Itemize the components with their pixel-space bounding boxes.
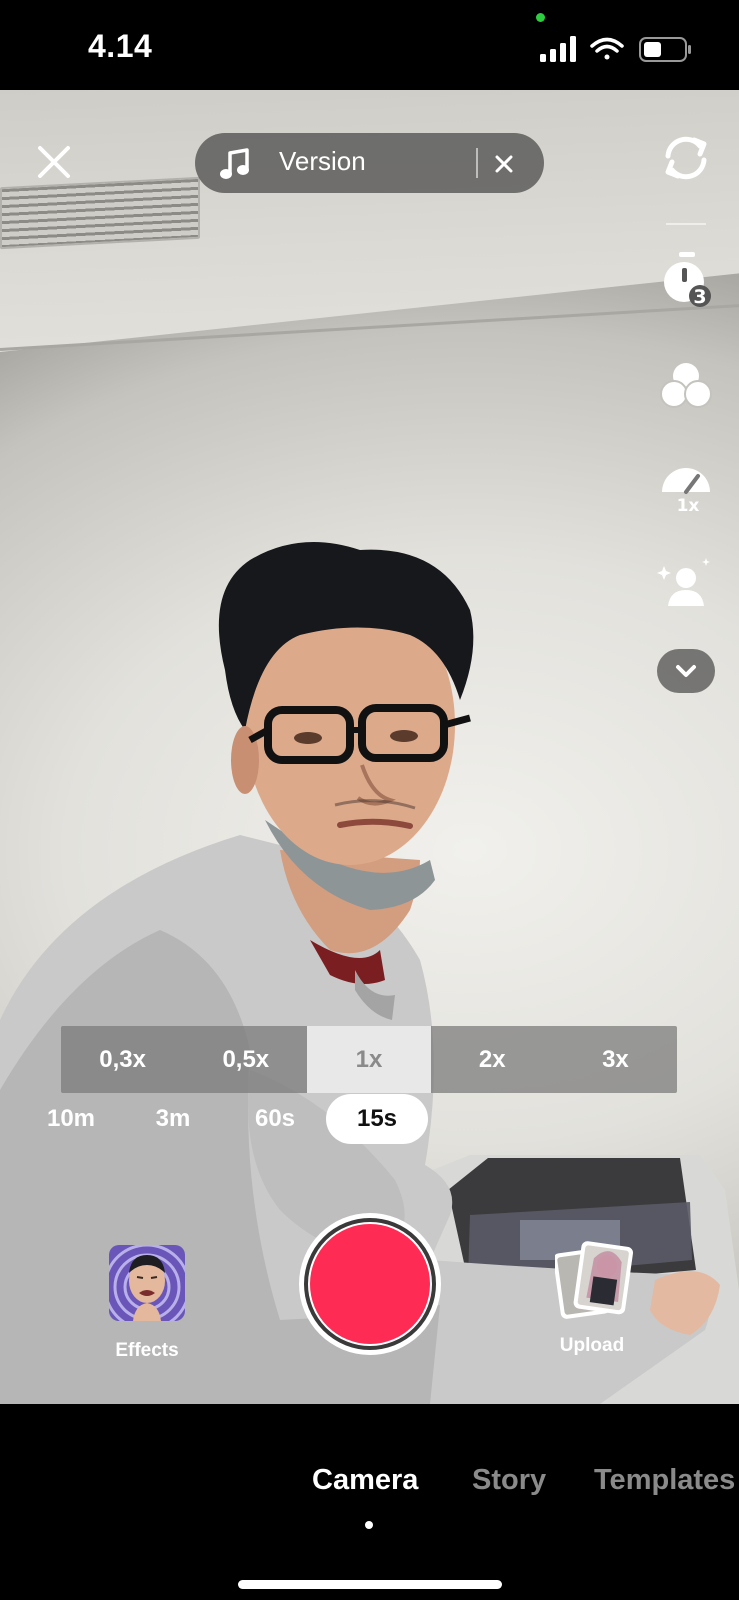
zoom-option[interactable]: 3x [554,1026,677,1093]
home-indicator[interactable] [238,1580,502,1589]
zoom-option[interactable]: 0,5x [184,1026,307,1093]
timer-3s-icon[interactable]: 3 [656,250,716,310]
remove-sound-icon[interactable] [492,152,516,176]
duration-option-selected[interactable]: 15s [326,1094,428,1144]
duration-option[interactable]: 10m [20,1094,122,1144]
status-bar: 4.14 [0,0,739,90]
speed-1x-icon[interactable]: 1x [656,456,716,516]
tab-camera[interactable]: Camera [312,1464,418,1497]
effects-button[interactable] [109,1245,185,1321]
sound-divider [476,148,478,178]
effects-label: Effects [115,1340,179,1361]
duration-option[interactable]: 60s [224,1094,326,1144]
duration-option[interactable]: 3m [122,1094,224,1144]
music-note-icon [220,148,249,179]
selected-tab-indicator [365,1521,373,1529]
mode-tabs: Camera Story Templates [0,1404,739,1600]
status-icons [540,36,691,62]
cellular-signal-icon [540,36,576,62]
zoom-option[interactable]: 0,3x [61,1026,184,1093]
more-tools-button[interactable] [657,649,715,693]
sound-title: Version [279,146,366,176]
tab-story[interactable]: Story [472,1464,546,1497]
toolbar-divider [666,223,706,225]
tab-templates[interactable]: Templates [594,1464,735,1497]
record-button[interactable] [294,1208,446,1360]
zoom-selector: 0,3x 0,5x 1x 2x 3x [61,1026,677,1093]
svg-text:3: 3 [693,286,706,308]
svg-text:1x: 1x [677,496,700,516]
wifi-icon [590,37,624,60]
zoom-option[interactable]: 2x [431,1026,554,1093]
upload-button[interactable] [555,1240,635,1326]
camera-subject [0,542,739,1404]
effects-thumbnail [109,1245,185,1321]
camera-viewfinder[interactable]: Version 3 1x 0,3x 0,5x 1x 2x 3x 10m 3m 6… [0,90,739,1404]
head [218,542,474,865]
sound-selector[interactable]: Version [195,133,544,193]
camera-in-use-indicator [536,13,545,22]
filters-icon[interactable] [656,356,716,416]
duration-selector: 10m 3m 60s 15s [20,1094,428,1144]
beauty-icon[interactable] [656,556,716,616]
chevron-down-icon [676,665,696,677]
status-time: 4.14 [88,28,153,64]
close-icon[interactable] [34,142,74,182]
upload-label: Upload [559,1335,625,1356]
battery-icon [639,37,691,62]
zoom-option-selected[interactable]: 1x [307,1026,431,1093]
flip-camera-icon[interactable] [656,128,716,188]
